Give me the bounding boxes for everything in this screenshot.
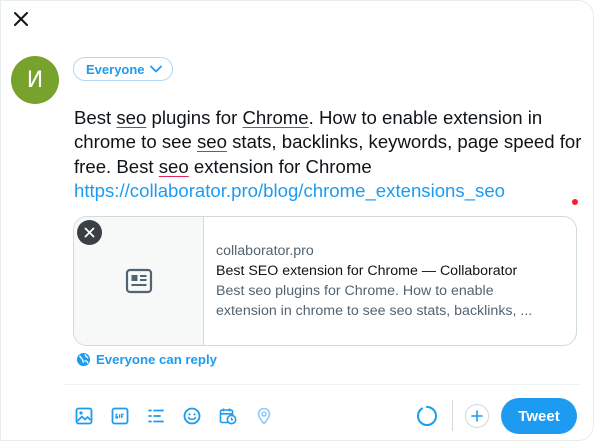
misspelled-word: seo (196, 131, 227, 153)
gif-button[interactable] (106, 402, 133, 429)
schedule-button[interactable] (214, 402, 241, 429)
link-card-domain: collaborator.pro (216, 243, 314, 259)
schedule-icon (219, 408, 236, 424)
reply-setting-button[interactable]: Everyone can reply (76, 352, 217, 367)
gif-icon (111, 407, 128, 424)
avatar[interactable]: И (11, 56, 59, 104)
emoji-button[interactable] (178, 402, 205, 429)
close-icon (14, 12, 28, 26)
compose-toolbar (70, 402, 277, 429)
emoji-icon (183, 407, 200, 424)
close-icon (84, 227, 95, 238)
media-button[interactable] (70, 402, 97, 429)
poll-button[interactable] (142, 402, 169, 429)
chevron-down-icon (149, 65, 162, 73)
tweet-text-segment: Best (74, 107, 117, 128)
status-dot (572, 199, 578, 205)
audience-selector[interactable]: Everyone (73, 57, 173, 81)
link-card-body: collaborator.pro Best SEO extension for … (204, 217, 576, 345)
tweet-text-segment: extension for Chrome (188, 155, 372, 177)
article-icon (125, 268, 152, 294)
location-icon (257, 407, 270, 425)
poll-icon (147, 409, 164, 422)
tweet-link[interactable]: https://collaborator.pro/blog/chrome_ext… (74, 180, 505, 201)
link-card-description-line-2: extension in chrome to see seo stats, ba… (216, 303, 533, 319)
close-button[interactable] (8, 6, 34, 32)
misspelled-word: seo (158, 155, 189, 177)
remove-card-button[interactable] (77, 220, 102, 245)
add-tweet-button[interactable] (465, 404, 489, 428)
reply-setting-label: Everyone can reply (96, 352, 217, 367)
plus-icon (471, 410, 483, 422)
divider (64, 384, 580, 385)
tweet-text-editor[interactable]: Best seo plugins for Chrome. How to enab… (74, 106, 584, 203)
tweet-text-segment: plugins for (146, 107, 243, 128)
globe-icon (76, 352, 91, 367)
audience-label: Everyone (86, 61, 145, 77)
tweet-button[interactable]: Tweet (501, 398, 577, 434)
misspelled-word: Chrome (242, 107, 309, 128)
image-icon (75, 407, 92, 424)
link-preview-card[interactable]: collaborator.pro Best SEO extension for … (73, 216, 577, 346)
character-count-progress (417, 406, 437, 426)
link-card-description-line-1: Best seo plugins for Chrome. How to enab… (216, 283, 494, 299)
misspelled-word: seo (116, 107, 147, 128)
avatar-letter: И (26, 67, 44, 93)
location-button[interactable] (250, 402, 277, 429)
toolbar-separator (452, 400, 453, 431)
link-card-title: Best SEO extension for Chrome — Collabor… (216, 263, 518, 279)
